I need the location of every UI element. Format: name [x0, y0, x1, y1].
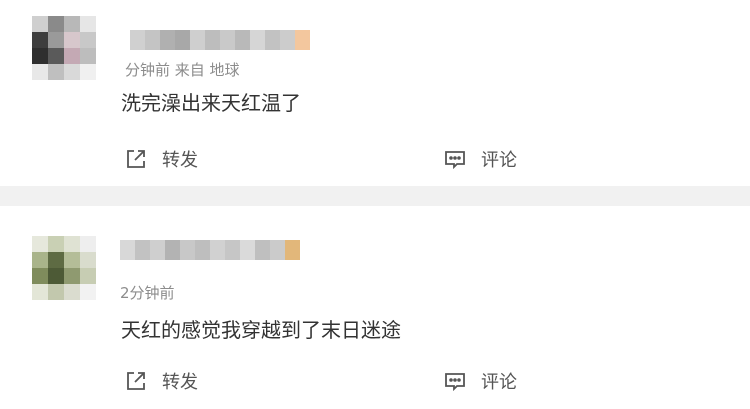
avatar[interactable] [32, 236, 96, 300]
comment-icon [445, 373, 465, 392]
share-icon [127, 150, 145, 168]
comment-button[interactable]: 评论 [443, 146, 517, 172]
avatar-pixel [48, 48, 64, 64]
comment-label: 评论 [481, 150, 517, 171]
avatar[interactable] [32, 16, 96, 80]
username-pixel [220, 30, 235, 50]
username-pixel [205, 30, 220, 50]
username-pixel [150, 240, 165, 260]
username-pixel [195, 240, 210, 260]
username-pixel [180, 240, 195, 260]
username-pixel [225, 240, 240, 260]
username-pixel [165, 240, 180, 260]
avatar-pixel [64, 16, 80, 32]
comment-icon [445, 151, 465, 170]
username-pixel [190, 30, 205, 50]
share-icon [127, 372, 145, 390]
username-pixel [240, 240, 255, 260]
avatar-pixel [80, 236, 96, 252]
username-pixel [295, 30, 310, 50]
username-pixel [235, 30, 250, 50]
username-pixel [285, 240, 300, 260]
comment-card: 分钟前 来自 地球 洗完澡出来天红温了 转发 评论 [0, 0, 750, 186]
username-pixel [145, 30, 160, 50]
avatar-pixel [32, 268, 48, 284]
avatar-pixel [64, 48, 80, 64]
avatar-pixel [32, 236, 48, 252]
avatar-pixel [80, 284, 96, 300]
repost-label: 转发 [162, 372, 198, 393]
avatar-pixel [80, 64, 96, 80]
avatar-pixel [48, 32, 64, 48]
username-blurred[interactable] [130, 30, 310, 50]
avatar-pixel [80, 32, 96, 48]
comment-label: 评论 [481, 372, 517, 393]
username-pixel [255, 240, 270, 260]
comment-meta: 分钟前 来自 地球 [125, 61, 240, 79]
avatar-pixel [64, 284, 80, 300]
avatar-pixel [32, 48, 48, 64]
username-pixel [135, 240, 150, 260]
username-pixel [120, 240, 135, 260]
avatar-pixel [32, 252, 48, 268]
avatar-pixel [64, 252, 80, 268]
avatar-pixel [48, 64, 64, 80]
avatar-pixel [64, 236, 80, 252]
comment-text: 洗完澡出来天红温了 [121, 91, 301, 115]
username-pixel [250, 30, 265, 50]
avatar-pixel [48, 268, 64, 284]
comment-text: 天红的感觉我穿越到了末日迷途 [121, 318, 401, 342]
username-pixel [270, 240, 285, 260]
avatar-pixel [48, 236, 64, 252]
username-pixel [265, 30, 280, 50]
avatar-pixel [80, 252, 96, 268]
avatar-pixel [48, 16, 64, 32]
avatar-pixel [64, 268, 80, 284]
avatar-pixel [48, 284, 64, 300]
repost-button[interactable]: 转发 [124, 146, 198, 172]
avatar-pixel [64, 64, 80, 80]
avatar-pixel [32, 64, 48, 80]
avatar-pixel [80, 16, 96, 32]
username-blurred[interactable] [120, 240, 300, 260]
username-pixel [210, 240, 225, 260]
username-pixel [160, 30, 175, 50]
username-pixel [130, 30, 145, 50]
avatar-pixel [80, 48, 96, 64]
repost-label: 转发 [162, 150, 198, 171]
avatar-pixel [48, 252, 64, 268]
comment-button[interactable]: 评论 [443, 368, 517, 394]
avatar-pixel [80, 268, 96, 284]
username-pixel [175, 30, 190, 50]
avatar-pixel [32, 32, 48, 48]
avatar-pixel [64, 32, 80, 48]
comment-meta: 2分钟前 [120, 284, 175, 302]
comment-card: 2分钟前 天红的感觉我穿越到了末日迷途 转发 评论 [0, 206, 750, 409]
avatar-pixel [32, 16, 48, 32]
repost-button[interactable]: 转发 [124, 368, 198, 394]
avatar-pixel [32, 284, 48, 300]
username-pixel [280, 30, 295, 50]
